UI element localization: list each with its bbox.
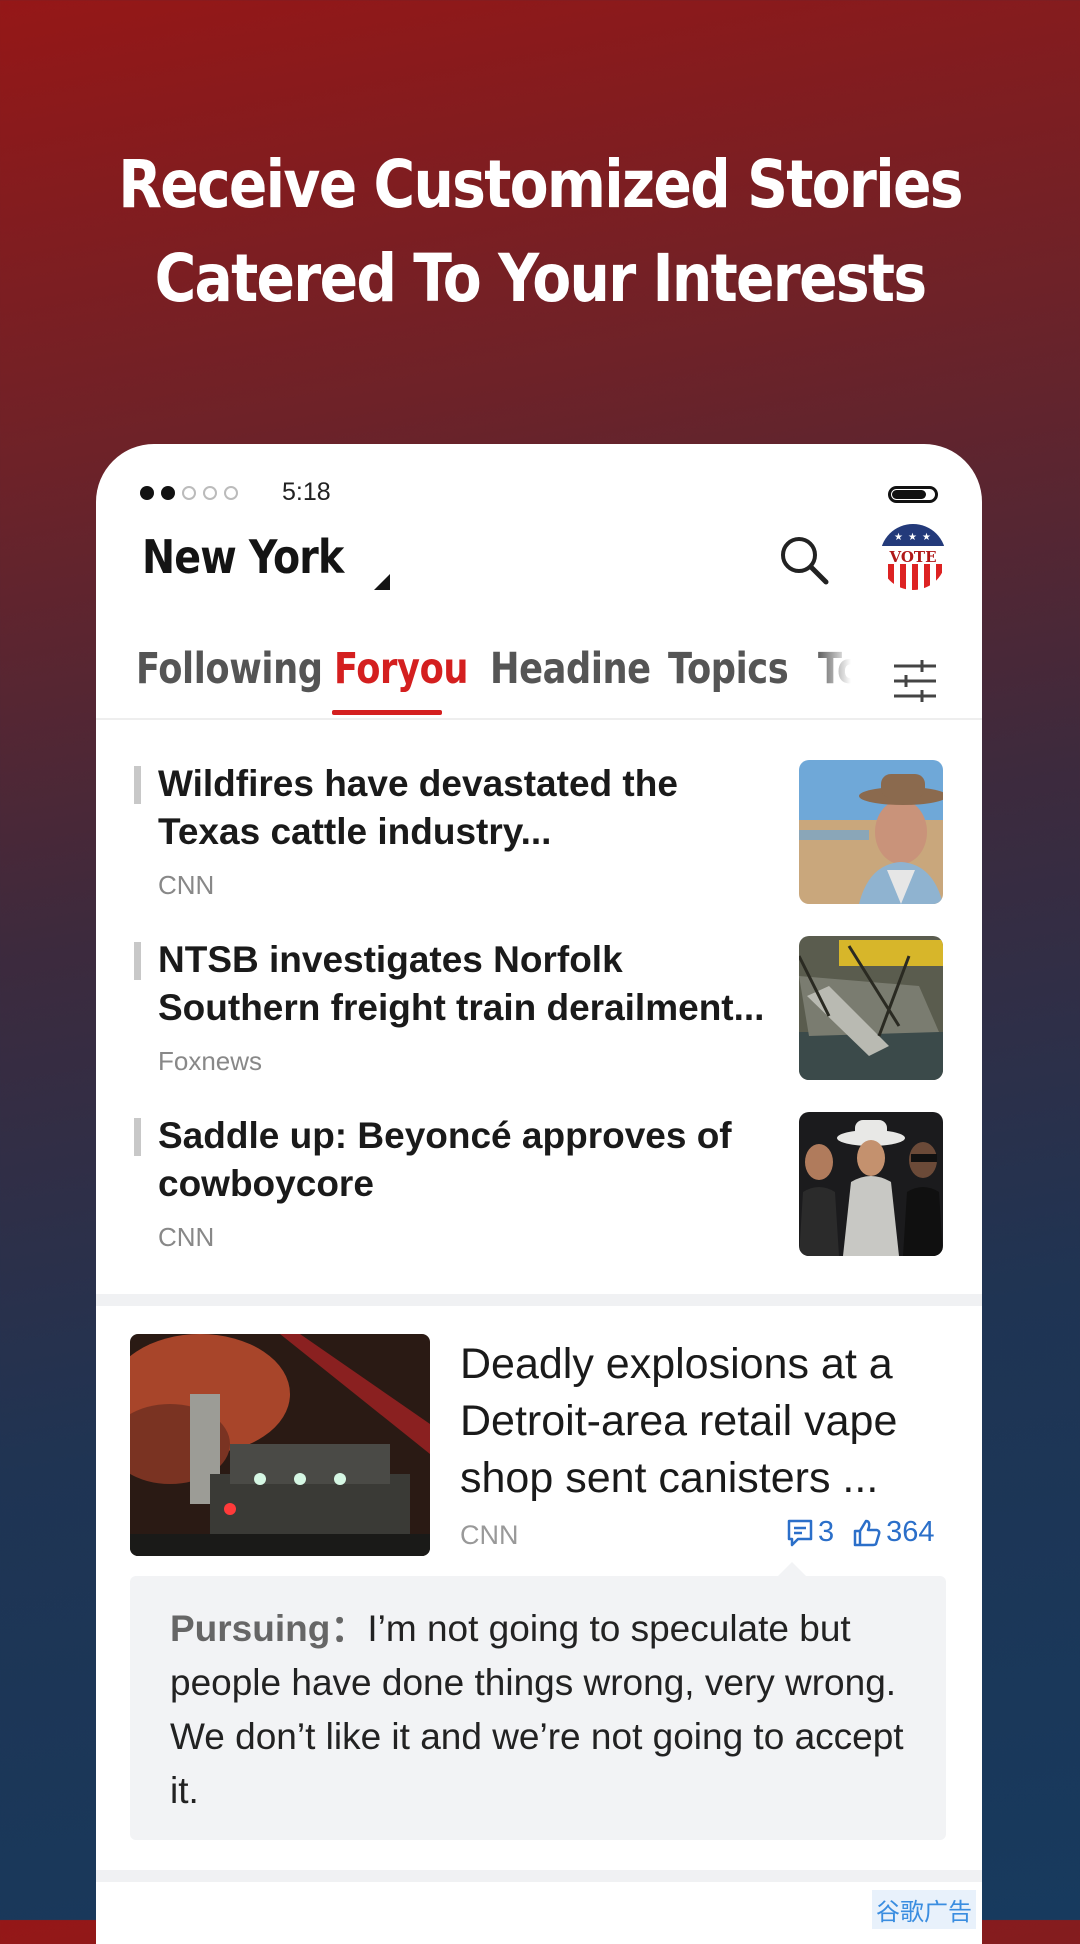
promo-line-1: Receive Customized Stories <box>118 146 963 223</box>
battery-icon <box>888 486 938 503</box>
feature-source: CNN <box>460 1520 519 1550</box>
news-source: CNN <box>158 870 215 900</box>
thumbs-up-icon[interactable] <box>852 1518 882 1548</box>
promo-headline: Receive Customized Stories Catered To Yo… <box>76 138 1005 326</box>
tab-foryou[interactable]: Foryou <box>334 644 469 694</box>
comment-quote[interactable]: Pursuing：I’m not going to speculate but … <box>130 1576 946 1840</box>
tab-headline[interactable]: Headine <box>490 644 651 694</box>
caret-down-icon <box>374 574 390 590</box>
feature-title[interactable]: Deadly explosions at a Detroit-area reta… <box>460 1336 960 1507</box>
news-source: Foxnews <box>158 1046 263 1076</box>
svg-text:★: ★ <box>894 532 903 543</box>
list-item[interactable]: NTSB investigates Norfolk Southern freig… <box>96 936 982 1086</box>
category-tabs: Following Foryou Headine Topics Tc <box>96 634 982 720</box>
fire-truck-night-photo[interactable] <box>130 1334 430 1556</box>
tab-fade <box>816 634 866 714</box>
city-name: New York <box>142 530 344 584</box>
ad-label: 谷歌广告 <box>872 1890 976 1929</box>
section-divider <box>96 1870 982 1882</box>
feature-stats: 3 364 <box>786 1516 935 1549</box>
tab-following[interactable]: Following <box>136 644 323 694</box>
news-title: NTSB investigates Norfolk Southern freig… <box>158 939 765 1028</box>
quote-author: Pursuing： <box>170 1608 368 1649</box>
list-item[interactable]: Saddle up: Beyoncé approves of cowboycor… <box>96 1112 982 1262</box>
list-item[interactable]: Wildfires have devastated the Texas catt… <box>96 760 982 910</box>
svg-text:★: ★ <box>908 532 917 543</box>
news-title: Saddle up: Beyoncé approves of cowboycor… <box>158 1115 732 1204</box>
comment-icon[interactable] <box>786 1518 814 1548</box>
section-divider <box>96 1294 982 1306</box>
search-icon[interactable] <box>776 532 832 588</box>
promo-line-2: Catered To Your Interests <box>154 240 928 317</box>
status-time: 5:18 <box>282 478 331 506</box>
vote-badge-icon[interactable]: ★ ★ ★ VOTE <box>880 524 946 590</box>
phone-screen: 5:18 New York ★ ★ ★ VOTE Following Foryo… <box>96 444 982 1944</box>
news-source: CNN <box>158 1222 215 1252</box>
train-derailment-photo <box>799 936 943 1080</box>
svg-text:★: ★ <box>922 532 931 543</box>
tab-topics[interactable]: Topics <box>668 644 789 694</box>
status-bar: 5:18 <box>96 466 982 516</box>
cowboy-photo <box>799 760 943 904</box>
comment-count: 3 <box>818 1516 835 1548</box>
active-tab-indicator <box>332 710 442 715</box>
city-selector[interactable]: New York <box>142 530 390 590</box>
sliders-icon[interactable] <box>892 658 938 704</box>
like-count: 364 <box>886 1516 935 1548</box>
news-title: Wildfires have devastated the Texas catt… <box>158 763 678 852</box>
signal-dots-icon <box>140 486 238 500</box>
vote-badge-text: VOTE <box>888 548 936 566</box>
beyonce-photo <box>799 1112 943 1256</box>
